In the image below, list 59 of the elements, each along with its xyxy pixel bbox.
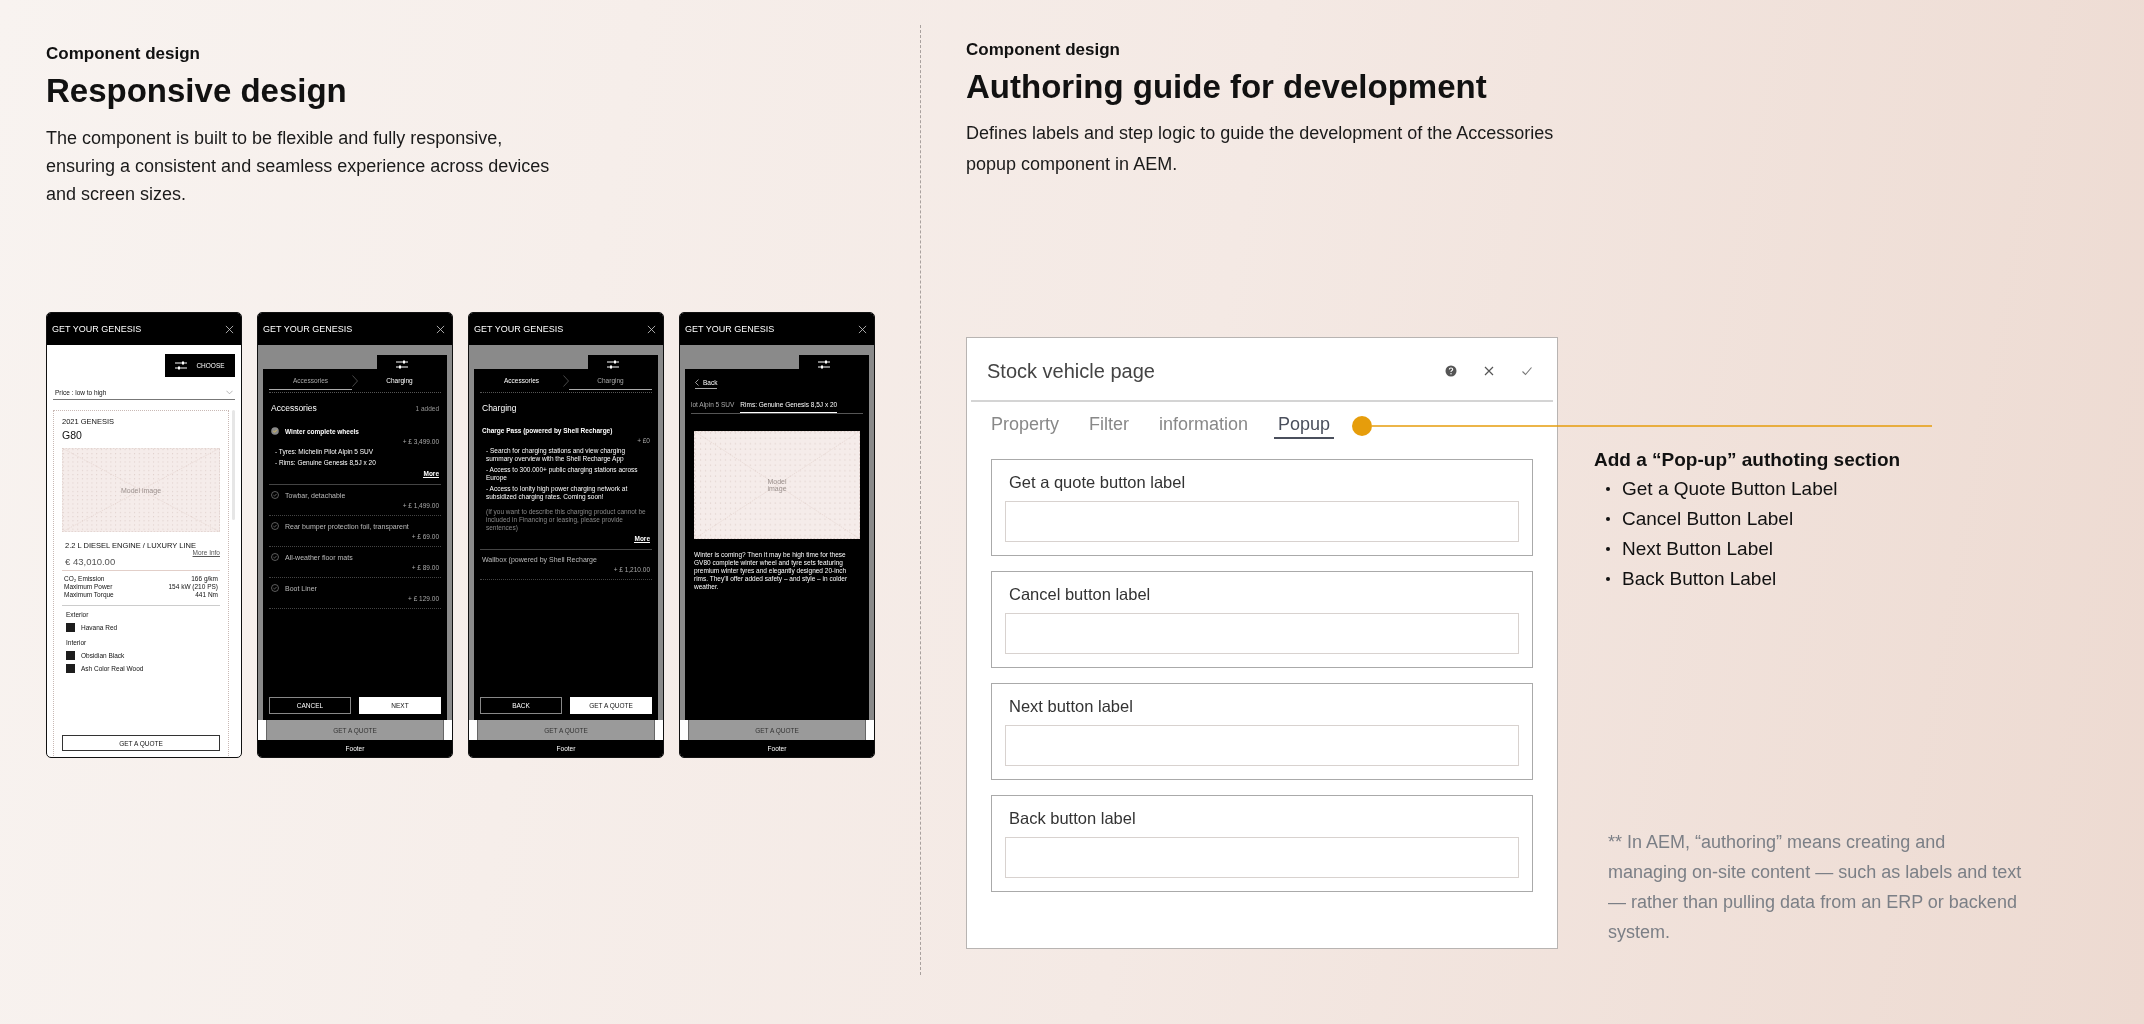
choose-tab[interactable] (799, 355, 869, 369)
input-field[interactable] (1005, 724, 1519, 766)
chevron-right-icon (352, 374, 358, 387)
sliders-icon (396, 360, 408, 369)
dialog-tab[interactable]: information (1155, 413, 1253, 439)
section-description: Defines labels and step logic to guide the development of the Accessories popup component in AEM. (966, 122, 1555, 176)
vehicle-price: € 43,010.00 (62, 556, 220, 571)
bullet-icon (1606, 487, 1610, 491)
color-swatch[interactable] (66, 651, 75, 660)
annotation-item: Cancel Button Label (1622, 507, 1794, 531)
sheet-title: Accessories (271, 403, 317, 413)
field-label: Get a quote button label (1009, 472, 1187, 492)
dialog-tab[interactable]: Property (987, 413, 1064, 439)
check-circle-icon[interactable] (271, 491, 279, 499)
input-field[interactable] (1005, 836, 1519, 878)
section-label: Component design (46, 44, 201, 64)
section-description: The component is built to be flexible and fully responsive, ensuring a consistent and seamless experience across devices and screen sizes. (46, 127, 551, 206)
field-label: Cancel button label (1009, 584, 1152, 604)
footnote: ** In AEM, “authoring” means creating and managing on-site content — such as labels and text — rather than pulling data from an ERP or backend system. (1607, 831, 2023, 944)
color-swatch[interactable] (66, 664, 75, 673)
check-circle-icon[interactable] (271, 553, 279, 561)
sheet-title: Charging (482, 403, 517, 413)
chevron-right-icon (563, 374, 569, 387)
check-circle-icon[interactable] (271, 522, 279, 530)
field-label: Next button label (1009, 696, 1134, 716)
bullet-icon (1606, 547, 1610, 551)
vehicle-model: G80 (62, 429, 83, 441)
phone-title: GET YOUR GENESIS (474, 324, 564, 334)
choose-tab[interactable] (588, 355, 658, 369)
check-icon[interactable] (1521, 365, 1533, 377)
sliders-icon (607, 360, 619, 369)
field-label: Back button label (1009, 808, 1137, 828)
input-field[interactable] (1005, 612, 1519, 654)
chevron-down-icon (226, 390, 233, 395)
annotation-item: Get a Quote Button Label (1622, 477, 1838, 501)
color-swatch[interactable] (66, 623, 75, 632)
phone-title: GET YOUR GENESIS (52, 324, 142, 334)
phone-title: GET YOUR GENESIS (263, 324, 353, 334)
dialog-tab[interactable]: Popup (1274, 413, 1335, 439)
check-circle-icon[interactable] (271, 427, 279, 435)
dialog-title: Stock vehicle page (987, 359, 1155, 383)
section-label: Component design (966, 40, 1121, 60)
section-title: Authoring guide for development (966, 68, 1488, 106)
help-icon[interactable] (1445, 365, 1457, 377)
sliders-icon (175, 361, 188, 370)
choose-tab[interactable] (377, 355, 447, 369)
annotation-item: Back Button Label (1622, 567, 1777, 591)
chevron-left-icon (695, 379, 699, 386)
check-circle-icon[interactable] (271, 584, 279, 592)
annotation-item: Next Button Label (1622, 537, 1774, 561)
sliders-icon (818, 360, 830, 369)
input-field[interactable] (1005, 500, 1519, 542)
annotation-heading: Add a “Pop-up” authoting section (1594, 449, 1902, 471)
close-icon[interactable] (1483, 365, 1495, 377)
dialog-tab[interactable]: Filter (1085, 413, 1134, 439)
section-title: Responsive design (46, 72, 348, 110)
bullet-icon (1606, 517, 1610, 521)
phone-title: GET YOUR GENESIS (685, 324, 775, 334)
bullet-icon (1606, 577, 1610, 581)
